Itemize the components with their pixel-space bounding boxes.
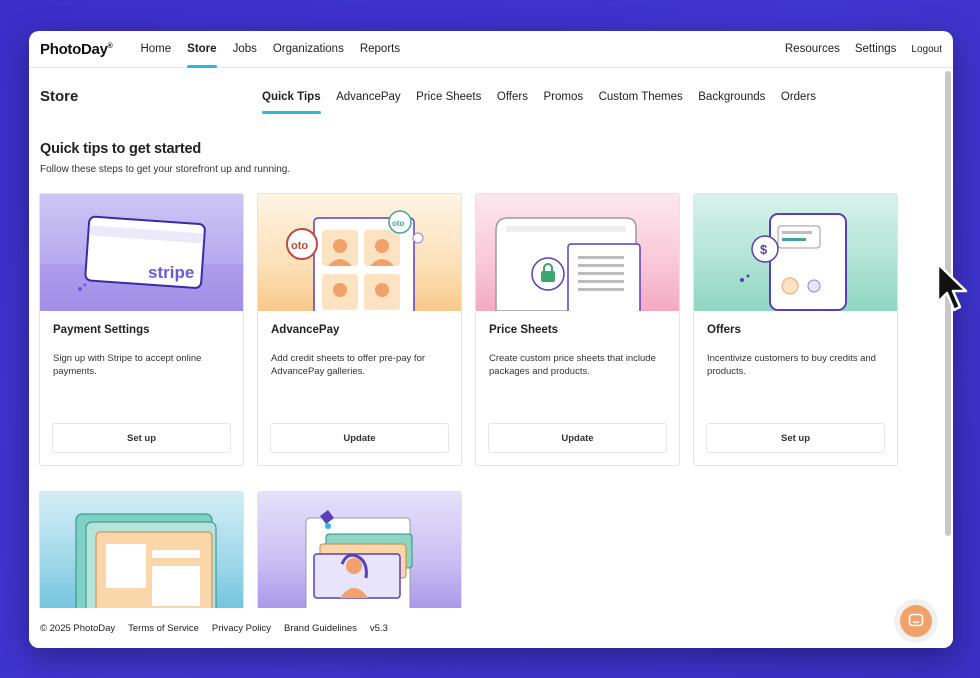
nav-reports[interactable]: Reports: [360, 31, 400, 68]
card-offers: $ Offers Incentivize customers to buy cr…: [693, 193, 898, 466]
offers-phone-graphic: $: [740, 213, 847, 311]
tab-promos[interactable]: Promos: [543, 91, 583, 112]
chat-bubble-icon[interactable]: [900, 605, 932, 637]
page-footer: © 2025 PhotoDay Terms of Service Privacy…: [29, 608, 953, 648]
card-advancepay: oto oto AdvancePay Add credit sheets to …: [257, 193, 462, 466]
top-navigation: PhotoDay® Home Store Jobs Organizations …: [29, 31, 953, 68]
nav-store[interactable]: Store: [187, 31, 217, 68]
update-price-sheets-button[interactable]: Update: [488, 423, 667, 453]
nav-settings[interactable]: Settings: [855, 31, 897, 68]
nav-jobs[interactable]: Jobs: [233, 31, 257, 68]
card-description: Add credit sheets to offer pre-pay for A…: [271, 353, 426, 377]
themes-stack-graphic: [75, 513, 217, 609]
advancepay-illustration: oto oto: [258, 194, 461, 311]
nav-resources[interactable]: Resources: [785, 31, 840, 68]
section-subtitle: Follow these steps to get your storefron…: [40, 164, 291, 175]
tab-orders[interactable]: Orders: [781, 91, 816, 112]
card-title: Offers: [707, 324, 741, 336]
brand-guidelines-link[interactable]: Brand Guidelines: [284, 623, 357, 634]
price-sheet-document-graphic: [495, 217, 641, 311]
svg-text:stripe: stripe: [148, 263, 194, 282]
card-description: Sign up with Stripe to accept online pay…: [53, 353, 202, 377]
store-subheader: Store Quick Tips AdvancePay Price Sheets…: [29, 68, 953, 118]
nav-home[interactable]: Home: [140, 31, 171, 68]
browser-window: PhotoDay® Home Store Jobs Organizations …: [29, 31, 953, 648]
version-text: v5.3: [369, 622, 388, 634]
card-price-sheets: Price Sheets Create custom price sheets …: [475, 193, 680, 466]
terms-of-service-link[interactable]: Terms of Service: [128, 623, 199, 634]
tab-backgrounds[interactable]: Backgrounds: [698, 91, 765, 112]
card-description: Incentivize customers to buy credits and…: [707, 353, 876, 377]
update-advancepay-button[interactable]: Update: [270, 423, 449, 453]
card-title: AdvancePay: [271, 324, 340, 336]
card-title: Payment Settings: [53, 324, 150, 336]
tab-custom-themes[interactable]: Custom Themes: [599, 91, 683, 112]
stripe-card-graphic: stripe: [40, 215, 243, 311]
card-payment-settings: stripe Payment Settings Sign up with Str…: [39, 193, 244, 466]
setup-payment-button[interactable]: Set up: [52, 423, 231, 453]
store-tabs: Quick Tips AdvancePay Price Sheets Offer…: [262, 91, 832, 114]
photoday-logo[interactable]: PhotoDay®: [40, 41, 113, 58]
tab-advancepay[interactable]: AdvancePay: [336, 91, 401, 112]
logout-link[interactable]: Logout: [911, 31, 942, 68]
nav-organizations[interactable]: Organizations: [273, 31, 344, 68]
mouse-pointer-icon: [936, 262, 968, 312]
privacy-policy-link[interactable]: Privacy Policy: [212, 623, 271, 634]
copyright-text: © 2025 PhotoDay: [40, 622, 116, 634]
backgrounds-illustration: [258, 492, 461, 609]
card-backgrounds: [257, 491, 462, 611]
card-description: Create custom price sheets that include …: [489, 353, 656, 377]
setup-offers-button[interactable]: Set up: [706, 423, 885, 453]
backgrounds-photo-graphic: [305, 510, 413, 609]
stripe-illustration: stripe: [40, 194, 243, 311]
svg-text:$: $: [760, 242, 768, 257]
offers-illustration: $: [694, 194, 897, 311]
section-title: Quick tips to get started: [40, 141, 201, 157]
advancepay-photos-graphic: oto oto: [286, 210, 424, 311]
card-title: Price Sheets: [489, 324, 559, 336]
page-title: Store: [40, 88, 79, 105]
tab-price-sheets[interactable]: Price Sheets: [416, 91, 481, 112]
card-custom-themes: [39, 491, 244, 611]
custom-themes-illustration: [40, 492, 243, 609]
svg-text:oto: oto: [291, 240, 308, 252]
price-sheets-illustration: [476, 194, 679, 311]
tab-offers[interactable]: Offers: [497, 91, 528, 112]
svg-text:oto: oto: [392, 219, 405, 228]
tab-quick-tips[interactable]: Quick Tips: [262, 91, 321, 114]
